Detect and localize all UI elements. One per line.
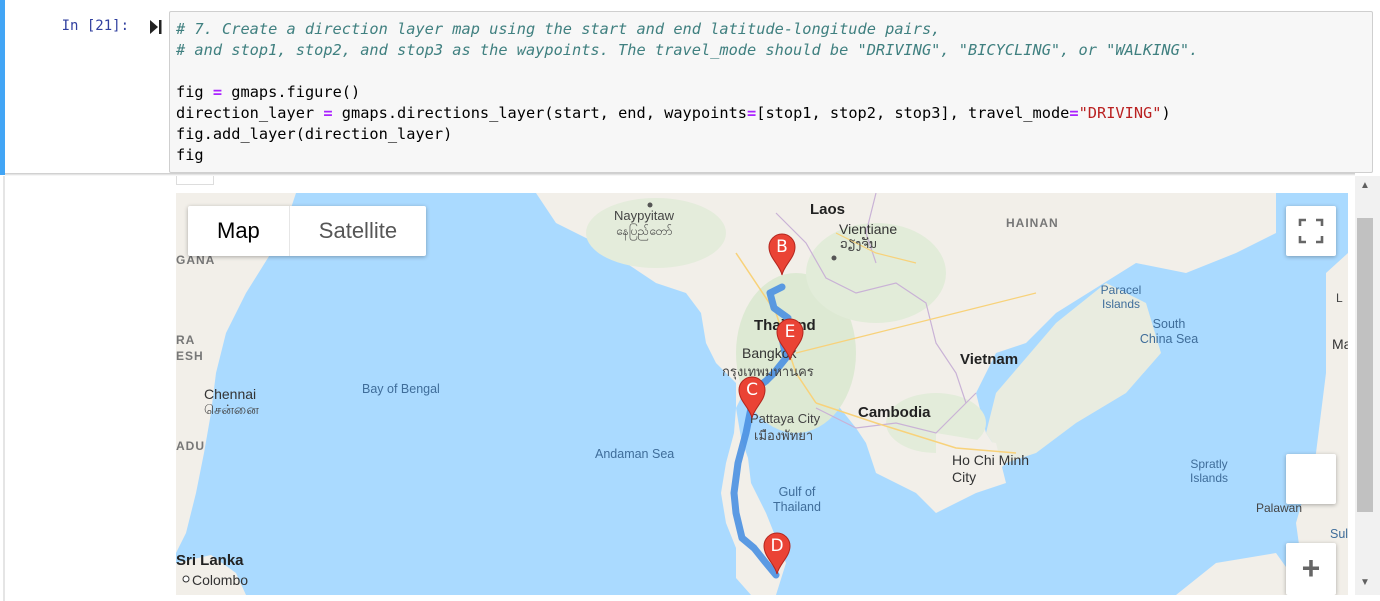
- label-naypyitaw-local: နေပြည်တော်: [616, 224, 673, 238]
- google-map[interactable]: Naypyitaw နေပြည်တော် Laos Vientiane ວຽງຈ…: [176, 193, 1348, 595]
- label-esh: ESH: [176, 349, 204, 363]
- fullscreen-icon: [1298, 218, 1324, 244]
- label-chennai: Chennai: [204, 386, 257, 402]
- scroll-down-arrow-icon[interactable]: ▼: [1358, 576, 1372, 590]
- label-cambodia: Cambodia: [858, 404, 931, 421]
- label-paracel-islands: Paracel Islands: [1100, 283, 1142, 311]
- label-vientiane: Vientiane: [839, 221, 898, 237]
- label-ho-chi-minh: Ho Chi Minh City: [952, 452, 1030, 485]
- code-line-6: fig.add_layer(direction_layer): [176, 125, 453, 143]
- label-sri-lanka: Sri Lanka: [176, 552, 244, 569]
- map-type-map-button[interactable]: Map: [188, 206, 289, 256]
- zoom-in-label: +: [1301, 550, 1321, 586]
- label-andaman-sea: Andaman Sea: [595, 447, 675, 461]
- label-chennai-local: சென்னை: [204, 402, 259, 417]
- route-marker-c[interactable]: C: [736, 375, 768, 419]
- code-comment-line-2: # and stop1, stop2, and stop3 as the way…: [176, 41, 1199, 59]
- code-line-5e: [stop1, stop2, stop3], travel_mode: [756, 104, 1070, 122]
- code-line-5h: ): [1161, 104, 1171, 122]
- run-cell-icon[interactable]: [150, 19, 162, 35]
- label-ma: Ma: [1332, 336, 1348, 352]
- scroll-thumb[interactable]: [1357, 218, 1373, 512]
- street-view-pegman-button[interactable]: [1286, 454, 1336, 504]
- label-vietnam: Vietnam: [960, 351, 1019, 368]
- code-comment-line-1: # 7. Create a direction layer map using …: [176, 20, 941, 38]
- label-naypyitaw: Naypyitaw: [614, 208, 674, 223]
- cell-prompt: In [21]:: [61, 18, 129, 34]
- marker-d-label: D: [770, 536, 784, 556]
- map-type-satellite-button[interactable]: Satellite: [290, 206, 426, 256]
- scroll-up-arrow-icon[interactable]: ▲: [1358, 179, 1372, 193]
- zoom-in-button[interactable]: +: [1286, 543, 1336, 595]
- code-line-7: fig: [176, 146, 204, 164]
- code-line-5a: direction_layer: [176, 104, 324, 122]
- output-tab-nub: [176, 176, 214, 185]
- output-left-edge: [3, 176, 5, 601]
- marker-e-label: E: [784, 322, 796, 342]
- label-colombo: Colombo: [192, 572, 249, 588]
- label-south-china-sea: South China Sea: [1139, 317, 1199, 346]
- route-marker-e[interactable]: E: [774, 317, 806, 361]
- code-line-4a: fig: [176, 83, 213, 101]
- label-l-edge: L: [1336, 291, 1343, 305]
- label-laos: Laos: [810, 201, 846, 218]
- marker-c-label: C: [746, 380, 758, 400]
- label-pattaya-local: เมืองพัทยา: [754, 428, 814, 443]
- label-bay-of-bengal: Bay of Bengal: [362, 382, 440, 396]
- code-line-5-op3: =: [1069, 104, 1079, 122]
- code-line-5-op2: =: [747, 104, 757, 122]
- code-line-5-op1: =: [323, 104, 333, 122]
- label-vientiane-local: ວຽງຈັນ: [840, 237, 877, 251]
- label-hainan: HAINAN: [1006, 216, 1059, 230]
- marker-b-label: B: [776, 237, 788, 257]
- label-ra: RA: [176, 333, 196, 347]
- route-marker-d[interactable]: D: [761, 531, 793, 575]
- route-marker-b[interactable]: B: [766, 232, 798, 276]
- code-editor[interactable]: # 7. Create a direction layer map using …: [169, 11, 1373, 173]
- code-line-5c: gmaps.directions_layer(start, end, waypo…: [332, 104, 748, 122]
- label-adu: ADU: [176, 439, 205, 453]
- label-spratly-islands: Spratly Islands: [1189, 457, 1229, 485]
- code-line-5-string: "DRIVING": [1078, 104, 1162, 122]
- code-line-4-op: =: [212, 83, 223, 101]
- fullscreen-button[interactable]: [1286, 206, 1336, 256]
- label-sul: Sul: [1330, 527, 1348, 541]
- map-type-control: Map Satellite: [188, 206, 427, 256]
- label-gulf-of-thailand: Gulf of Thailand: [773, 485, 821, 514]
- code-line-4c: gmaps.figure(): [222, 83, 361, 101]
- cell-selection-bar: [0, 0, 5, 175]
